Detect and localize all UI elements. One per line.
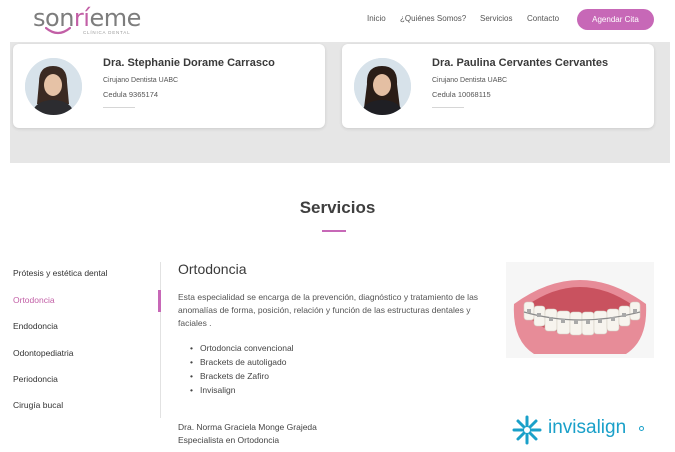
active-menu-marker (158, 290, 161, 312)
list-item: Invisalign (190, 383, 294, 397)
service-menu-ortodoncia[interactable]: Ortodoncia (13, 295, 55, 305)
smile-icon (45, 26, 71, 35)
site-header: sonríeme CLÍNICA DENTAL Inicio ¿Quiénes … (0, 0, 675, 42)
doctor-cedula: Cedula 9365174 (103, 90, 159, 99)
section-title-underline (322, 230, 346, 232)
divider (432, 107, 464, 108)
service-menu-endodoncia[interactable]: Endodoncia (13, 321, 58, 331)
list-item: Brackets de autoligado (190, 355, 294, 369)
doctor-card: Dra. Stephanie Dorame Carrasco Cirujano … (13, 44, 325, 128)
doctor-name: Dra. Stephanie Dorame Carrasco (103, 57, 275, 69)
braces-teeth-image (506, 262, 654, 358)
doctor-name: Dra. Paulina Cervantes Cervantes (432, 57, 609, 69)
avatar (25, 58, 82, 115)
list-item: Brackets de Zafiro (190, 369, 294, 383)
section-title: Servicios (299, 198, 376, 217)
service-menu-cirugia[interactable]: Cirugía bucal (13, 400, 63, 410)
service-items-list: Ortodoncia convencional Brackets de auto… (190, 341, 294, 397)
nav-inicio[interactable]: Inicio (367, 14, 386, 23)
service-doctor-name: Dra. Norma Graciela Monge Grajeda (178, 422, 317, 432)
nav-servicios[interactable]: Servicios (480, 14, 512, 23)
registered-mark (639, 426, 644, 431)
divider (103, 107, 135, 108)
service-menu-periodoncia[interactable]: Periodoncia (13, 374, 58, 384)
logo-subtitle: CLÍNICA DENTAL (83, 30, 131, 35)
list-item: Ortodoncia convencional (190, 341, 294, 355)
doctor-title: Cirujano Dentista UABC (432, 77, 508, 84)
service-doctor-role: Especialista en Ortodoncia (178, 435, 280, 445)
invisalign-wordmark: invisalign (548, 417, 627, 438)
doctor-title: Cirujano Dentista UABC (103, 77, 179, 84)
avatar (354, 58, 411, 115)
service-menu-odontopediatria[interactable]: Odontopediatria (13, 348, 74, 358)
invisalign-logo: invisalign (512, 415, 652, 445)
nav-contacto[interactable]: Contacto (527, 14, 559, 23)
doctor-card: Dra. Paulina Cervantes Cervantes Cirujan… (342, 44, 654, 128)
invisalign-star-icon (512, 415, 542, 445)
service-doctor: Dra. Norma Graciela Monge Grajeda Especi… (178, 421, 317, 447)
agendar-cita-button[interactable]: Agendar Cita (577, 9, 654, 30)
service-menu-protesis[interactable]: Prótesis y estética dental (13, 268, 108, 278)
doctor-cedula: Cedula 10068115 (432, 90, 491, 99)
menu-divider (160, 262, 161, 418)
service-title: Ortodoncia (178, 261, 247, 277)
service-description: Esta especialidad se encarga de la preve… (178, 292, 479, 328)
nav-quienes-somos[interactable]: ¿Quiénes Somos? (400, 14, 466, 23)
site-logo[interactable]: sonríeme CLÍNICA DENTAL (33, 4, 143, 38)
